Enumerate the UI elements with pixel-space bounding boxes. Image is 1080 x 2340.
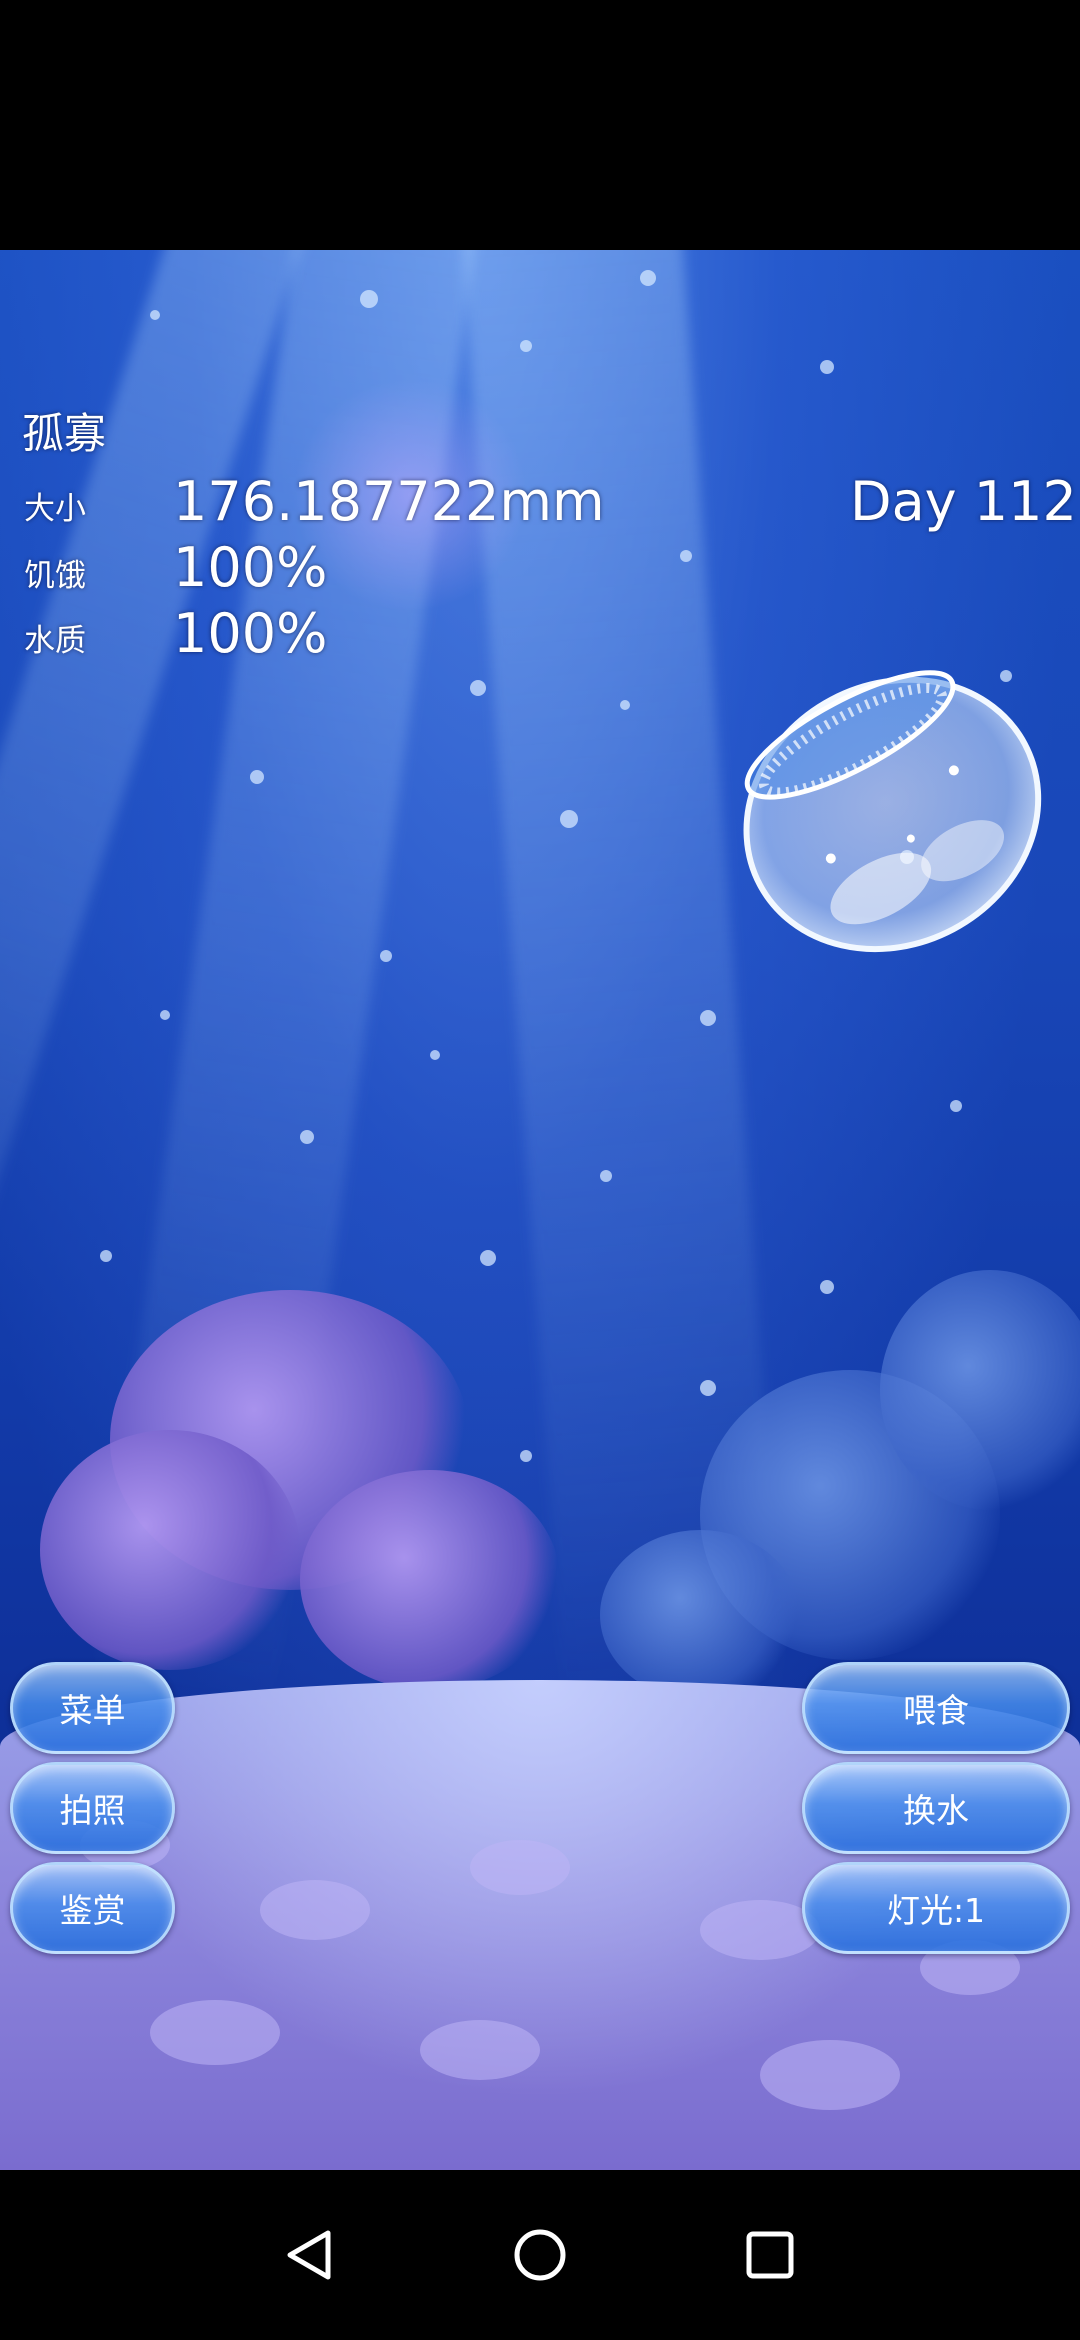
bubble <box>820 360 834 374</box>
bubble <box>950 1100 962 1112</box>
bubble <box>560 810 578 828</box>
coral <box>300 1470 560 1690</box>
bubble <box>600 1170 612 1182</box>
photo-button[interactable]: 拍照 <box>10 1762 175 1854</box>
bubble <box>300 1130 314 1144</box>
mood-status: 孤寡 <box>22 409 107 458</box>
bubble <box>250 770 264 784</box>
water-quality-value: 100% <box>173 602 328 665</box>
bubble <box>620 700 630 710</box>
bubble <box>480 1250 496 1266</box>
home-circle-icon[interactable] <box>500 2215 580 2295</box>
top-black-bar <box>0 0 1080 250</box>
gallery-button[interactable]: 鉴赏 <box>10 1862 175 1954</box>
bubble <box>820 1280 834 1294</box>
bubble <box>430 1050 440 1060</box>
size-value: 176.187722mm <box>173 470 605 533</box>
day-counter: Day 112 <box>850 470 1077 533</box>
bubble <box>150 310 160 320</box>
back-triangle-icon[interactable] <box>270 2215 350 2295</box>
system-nav-bar <box>0 2170 1080 2340</box>
bubble <box>100 1250 112 1262</box>
size-label: 大小 <box>24 491 86 527</box>
bubble <box>520 1450 532 1462</box>
jellyfish[interactable] <box>672 596 1080 1025</box>
hunger-value: 100% <box>173 536 328 599</box>
pebble <box>260 1880 370 1940</box>
pebble <box>420 2020 540 2080</box>
pebble <box>760 2040 900 2110</box>
pebble <box>470 1840 570 1895</box>
coral <box>40 1430 300 1670</box>
coral <box>600 1530 800 1700</box>
change-water-button[interactable]: 换水 <box>802 1762 1070 1854</box>
recents-square-icon[interactable] <box>730 2215 810 2295</box>
bubble <box>700 1380 716 1396</box>
water-quality-label: 水质 <box>24 623 86 659</box>
bubble <box>380 950 392 962</box>
bubble <box>520 340 532 352</box>
light-button[interactable]: 灯光:1 <box>802 1862 1070 1954</box>
bubble <box>680 550 692 562</box>
menu-button[interactable]: 菜单 <box>10 1662 175 1754</box>
bubble <box>360 290 378 308</box>
feed-button[interactable]: 喂食 <box>802 1662 1070 1754</box>
bubble <box>160 1010 170 1020</box>
bubble <box>470 680 486 696</box>
hunger-label: 饥饿 <box>24 558 86 594</box>
bubble <box>640 270 656 286</box>
pebble <box>150 2000 280 2065</box>
bubble <box>700 1010 716 1026</box>
